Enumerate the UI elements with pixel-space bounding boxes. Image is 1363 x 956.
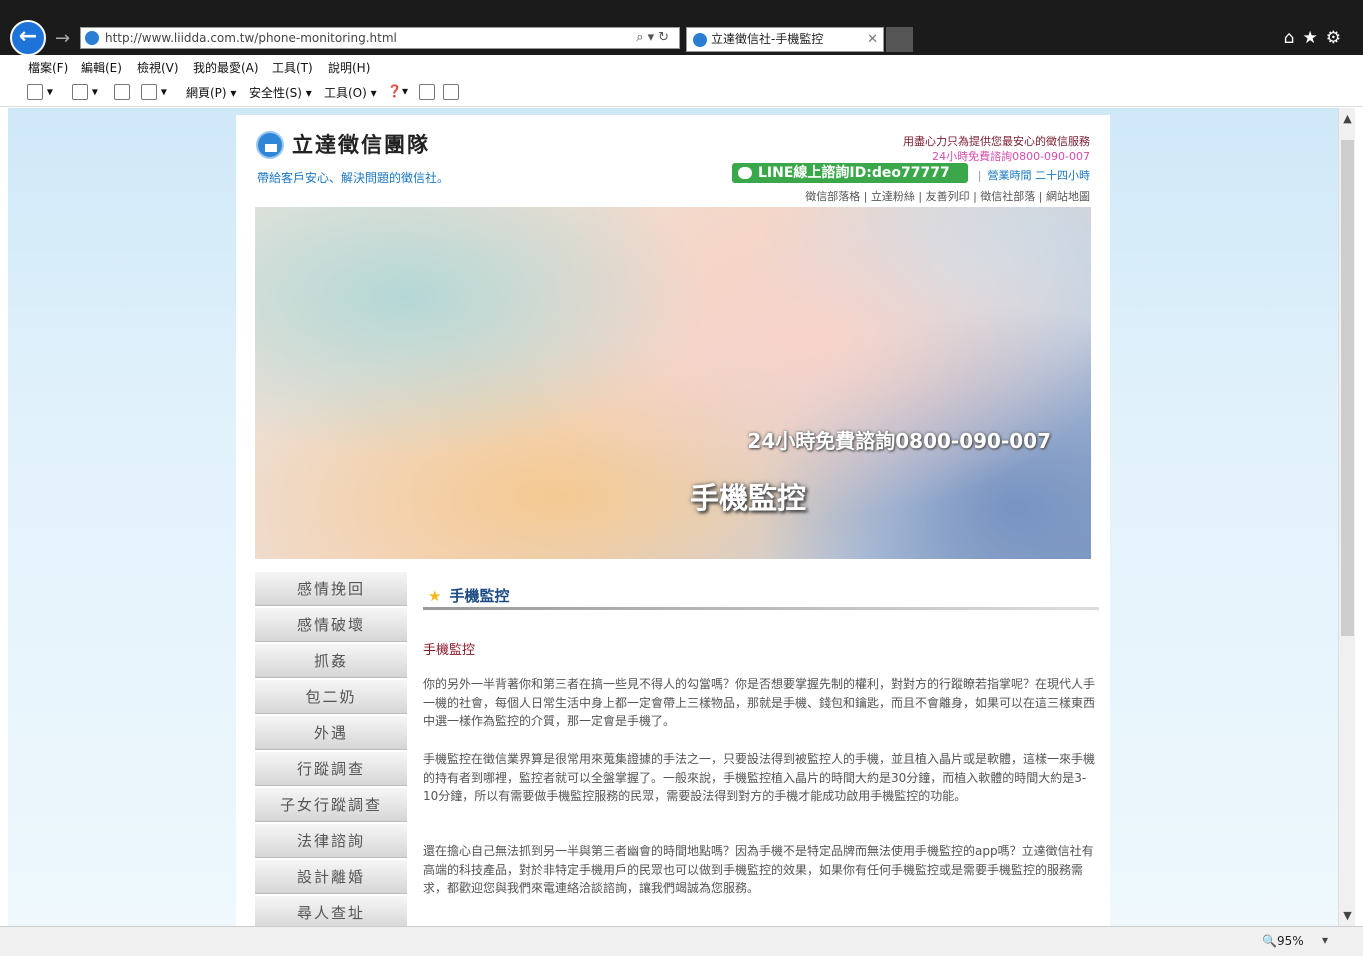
header-hotline: 24小時免費諮詢0800-090-007 — [932, 150, 1090, 163]
site-favicon-icon — [85, 31, 99, 45]
side-item-whereabouts[interactable]: 行蹤調查 — [255, 752, 407, 786]
paragraph-2: 手機監控在徵信業界算是很常用來蒐集證據的手法之一，只要設法得到被監控人的手機，並… — [423, 752, 1096, 803]
side-item-child-whereabouts[interactable]: 子女行蹤調查 — [255, 788, 407, 822]
scroll-thumb[interactable] — [1341, 140, 1354, 636]
site-logo-icon[interactable] — [256, 131, 284, 159]
new-tab-button[interactable] — [886, 27, 913, 52]
scroll-down-icon[interactable]: ▼ — [1341, 909, 1354, 922]
feeds-icon[interactable]: ▾ — [72, 84, 98, 100]
menu-help[interactable]: 說明(H) — [328, 59, 370, 76]
help-icon[interactable]: ❓▾ — [387, 84, 408, 98]
mail-icon[interactable] — [114, 84, 130, 100]
side-item-adultery[interactable]: 抓姦 — [255, 644, 407, 678]
header-slogan: 用盡心力只為提供您最安心的徵信服務 — [903, 135, 1090, 148]
home-icon[interactable]: ▾ — [27, 84, 53, 100]
side-item-relationship-break[interactable]: 感情破壞 — [255, 608, 407, 642]
side-item-mistress[interactable]: 包二奶 — [255, 680, 407, 714]
scroll-up-icon[interactable]: ▲ — [1341, 112, 1354, 125]
page-viewport[interactable]: 立達徵信團隊 帶給客戶安心、解決問題的徵信社。 用盡心力只為提供您最安心的徵信服… — [8, 108, 1338, 926]
content-title: ★ 手機監控 — [428, 587, 510, 605]
site-tagline: 帶給客戶安心、解決問題的徵信社。 — [257, 171, 450, 185]
menu-view[interactable]: 檢視(V) — [137, 59, 179, 76]
menu-file[interactable]: 檔案(F) — [28, 59, 68, 76]
menu-edit[interactable]: 編輯(E) — [81, 59, 122, 76]
menu-favorites[interactable]: 我的最愛(A) — [193, 59, 259, 76]
address-bar[interactable]: http://www.liidda.com.tw/phone-monitorin… — [80, 27, 680, 49]
side-item-legal[interactable]: 法律諮詢 — [255, 824, 407, 858]
tab-favicon-icon — [693, 33, 707, 47]
web-page: 立達徵信團隊 帶給客戶安心、解決問題的徵信社。 用盡心力只為提供您最安心的徵信服… — [236, 115, 1110, 926]
print-icon[interactable]: ▾ — [141, 84, 167, 100]
side-item-relationship-recovery[interactable]: 感情挽回 — [255, 572, 407, 606]
vertical-scrollbar[interactable]: ▲ ▼ — [1338, 108, 1355, 926]
home-favorites-settings-icons[interactable]: ⌂★⚙ — [1284, 28, 1349, 48]
side-item-find-person[interactable]: 尋人查址 — [255, 896, 407, 926]
tab-active[interactable]: 立達徵信社-手機監控 ✕ — [686, 27, 884, 52]
banner-hotline: 24小時免費諮詢0800-090-007 — [747, 429, 1051, 453]
safety-menu[interactable]: 安全性(S) ▾ — [249, 84, 312, 101]
page-menu[interactable]: 網頁(P) ▾ — [186, 84, 236, 101]
line-consult-label: LINE線上諮詢ID:deo77777 — [758, 165, 950, 181]
address-text: http://www.liidda.com.tw/phone-monitorin… — [105, 31, 397, 45]
line-chat-icon — [738, 167, 752, 179]
translate-icon[interactable] — [419, 84, 435, 100]
business-hours: | 營業時間 二十四小時 — [977, 169, 1090, 182]
paragraph-1: 你的另外一半背著你和第三者在搞一些見不得人的勾當嗎？你是否想要掌握先制的權利，對… — [423, 677, 1096, 728]
side-item-affair[interactable]: 外遇 — [255, 716, 407, 750]
top-links[interactable]: 徵信部落格 | 立達粉絲 | 友善列印 | 徵信社部落 | 網站地圖 — [805, 188, 1090, 204]
content-subtitle: 手機監控 — [423, 643, 476, 658]
zoom-level[interactable]: 🔍95% — [1262, 934, 1304, 948]
command-bar: ▾ ▾ ▾ 網頁(P) ▾ 安全性(S) ▾ 工具(O) ▾ ❓▾ — [0, 77, 1363, 107]
browser-titlebar: ← → http://www.liidda.com.tw/phone-monit… — [0, 0, 1363, 56]
line-consult-button[interactable]: LINE線上諮詢ID:deo77777 — [732, 163, 968, 183]
status-bar: 🔍95% ▾ — [0, 926, 1363, 956]
menu-tools[interactable]: 工具(T) — [272, 59, 313, 76]
browser-window: ← → http://www.liidda.com.tw/phone-monit… — [0, 0, 1363, 956]
close-tab-icon[interactable]: ✕ — [867, 28, 878, 51]
hero-banner: 24小時免費諮詢0800-090-007 手機監控 — [255, 207, 1091, 559]
side-item-divorce[interactable]: 設計離婚 — [255, 860, 407, 894]
back-button[interactable]: ← — [10, 20, 46, 56]
zoom-dropdown-icon[interactable]: ▾ — [1322, 933, 1328, 947]
tab-title: 立達徵信社-手機監控 — [711, 32, 824, 46]
title-divider — [423, 607, 1099, 610]
star-icon: ★ — [428, 587, 442, 605]
tools-menu[interactable]: 工具(O) ▾ — [324, 84, 377, 101]
banner-title: 手機監控 — [690, 481, 807, 515]
menu-bar: 檔案(F) 編輯(E) 檢視(V) 我的最愛(A) 工具(T) 說明(H) — [0, 55, 1363, 77]
forward-button[interactable]: → — [55, 28, 70, 49]
paragraph-3: 還在擔心自己無法抓到另一半與第三者幽會的時間地點嗎？因為手機不是特定品牌而無法使… — [423, 844, 1094, 895]
site-name[interactable]: 立達徵信團隊 — [292, 129, 430, 159]
side-menu: 感情挽回 感情破壞 抓姦 包二奶 外遇 行蹤調查 子女行蹤調查 法律諮詢 設計離… — [255, 572, 407, 926]
search-refresh-icons[interactable]: ⌕▾↻ — [636, 28, 673, 48]
research-icon[interactable] — [443, 84, 459, 100]
